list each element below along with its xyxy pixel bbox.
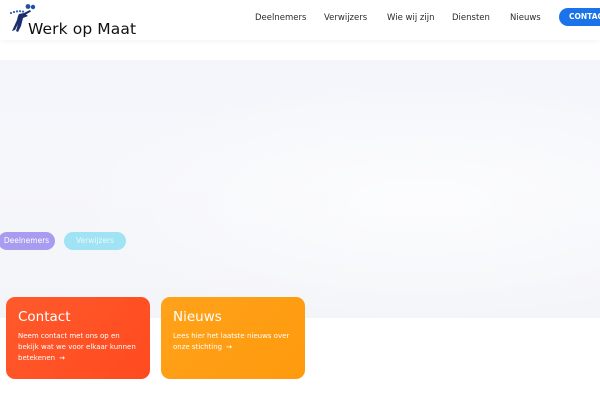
news-card[interactable]: Nieuws Lees hier het laatste nieuws over… <box>161 297 305 379</box>
contact-button[interactable]: CONTACT <box>559 8 600 26</box>
site-header: Werk op Maat Deelnemers Verwijzers Wie w… <box>0 0 600 40</box>
nav-item-wie-wij-zijn[interactable]: Wie wij zijn <box>387 13 434 23</box>
news-card-text: Lees hier het laatste nieuws over onze s… <box>173 331 297 353</box>
nav-item-nieuws[interactable]: Nieuws <box>510 13 541 23</box>
contact-card[interactable]: Contact Neem contact met ons op en bekij… <box>6 297 150 379</box>
hero-button-verwijzers[interactable]: Verwijzers <box>64 232 126 250</box>
hero-banner <box>0 60 600 318</box>
contact-card-text: Neem contact met ons op en bekijk wat we… <box>18 331 142 364</box>
nav-item-deelnemers[interactable]: Deelnemers <box>255 13 306 23</box>
news-card-title: Nieuws <box>173 309 222 325</box>
arrow-right-icon[interactable]: → <box>226 342 232 353</box>
arrow-right-icon[interactable]: → <box>59 353 65 364</box>
contact-card-title: Contact <box>18 309 71 325</box>
nav-item-diensten[interactable]: Diensten <box>452 13 490 23</box>
logo-text: Werk op Maat <box>28 20 137 38</box>
nav-item-verwijzers[interactable]: Verwijzers <box>324 13 367 23</box>
logo-link[interactable]: Werk op Maat <box>6 4 136 38</box>
hero-button-deelnemers[interactable]: Deelnemers <box>0 232 55 250</box>
contact-card-description: Neem contact met ons op en bekijk wat we… <box>18 332 136 362</box>
